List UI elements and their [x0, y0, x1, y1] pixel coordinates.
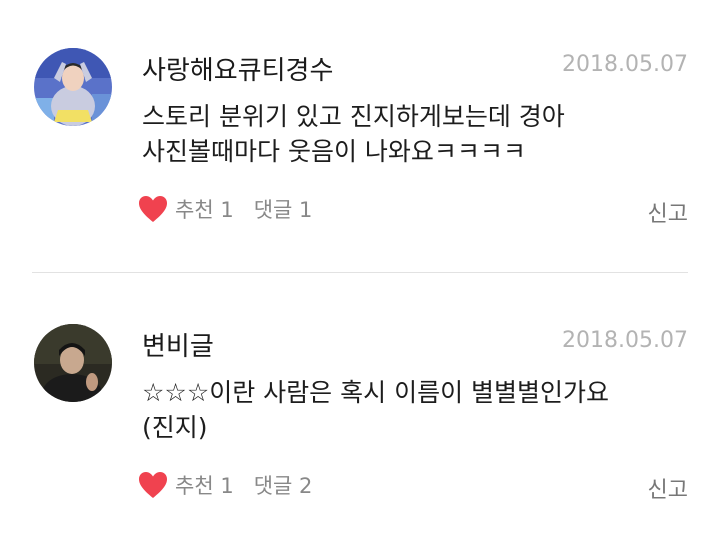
reply-count: 2: [299, 474, 313, 498]
like-button[interactable]: 추천 1: [175, 194, 234, 224]
reply-label: 댓글: [253, 198, 293, 222]
reply-count: 1: [299, 198, 313, 222]
like-label: 추천: [175, 474, 214, 498]
divider: [32, 272, 688, 273]
comment-text-line: 사진볼때마다 웃음이 나와요ㅋㅋㅋㅋ: [142, 137, 526, 166]
avatar[interactable]: [34, 324, 112, 402]
author-name[interactable]: 변비글: [142, 326, 214, 363]
comment-text-line: 스토리 분위기 있고 진지하게보는데 경아: [142, 102, 565, 131]
comment-text-line: (진지): [142, 413, 208, 442]
author-name[interactable]: 사랑해요큐티경수: [142, 50, 333, 87]
comment-date: 2018.05.07: [562, 328, 688, 353]
like-label: 추천: [175, 198, 214, 222]
heart-icon[interactable]: [138, 471, 168, 499]
like-button[interactable]: 추천 1: [175, 470, 234, 500]
comment-text-line: ☆☆☆이란 사람은 혹시 이름이 별별별인가요: [142, 378, 610, 407]
heart-icon[interactable]: [138, 195, 168, 223]
reply-label: 댓글: [253, 474, 293, 498]
comment-text: ☆☆☆이란 사람은 혹시 이름이 별별별인가요 (진지): [142, 375, 702, 445]
comment-date: 2018.05.07: [562, 52, 688, 77]
comment-text: 스토리 분위기 있고 진지하게보는데 경아 사진볼때마다 웃음이 나와요ㅋㅋㅋㅋ: [142, 99, 702, 169]
like-count: 1: [220, 198, 234, 222]
like-count: 1: [220, 474, 234, 498]
comment-actions: 추천 1 댓글 2: [138, 469, 312, 501]
report-button[interactable]: 신고: [648, 472, 688, 504]
reply-button[interactable]: 댓글 1: [254, 194, 313, 224]
report-button[interactable]: 신고: [648, 196, 688, 228]
avatar[interactable]: [34, 48, 112, 126]
comment-actions: 추천 1 댓글 1: [138, 193, 312, 225]
reply-button[interactable]: 댓글 2: [254, 470, 313, 500]
